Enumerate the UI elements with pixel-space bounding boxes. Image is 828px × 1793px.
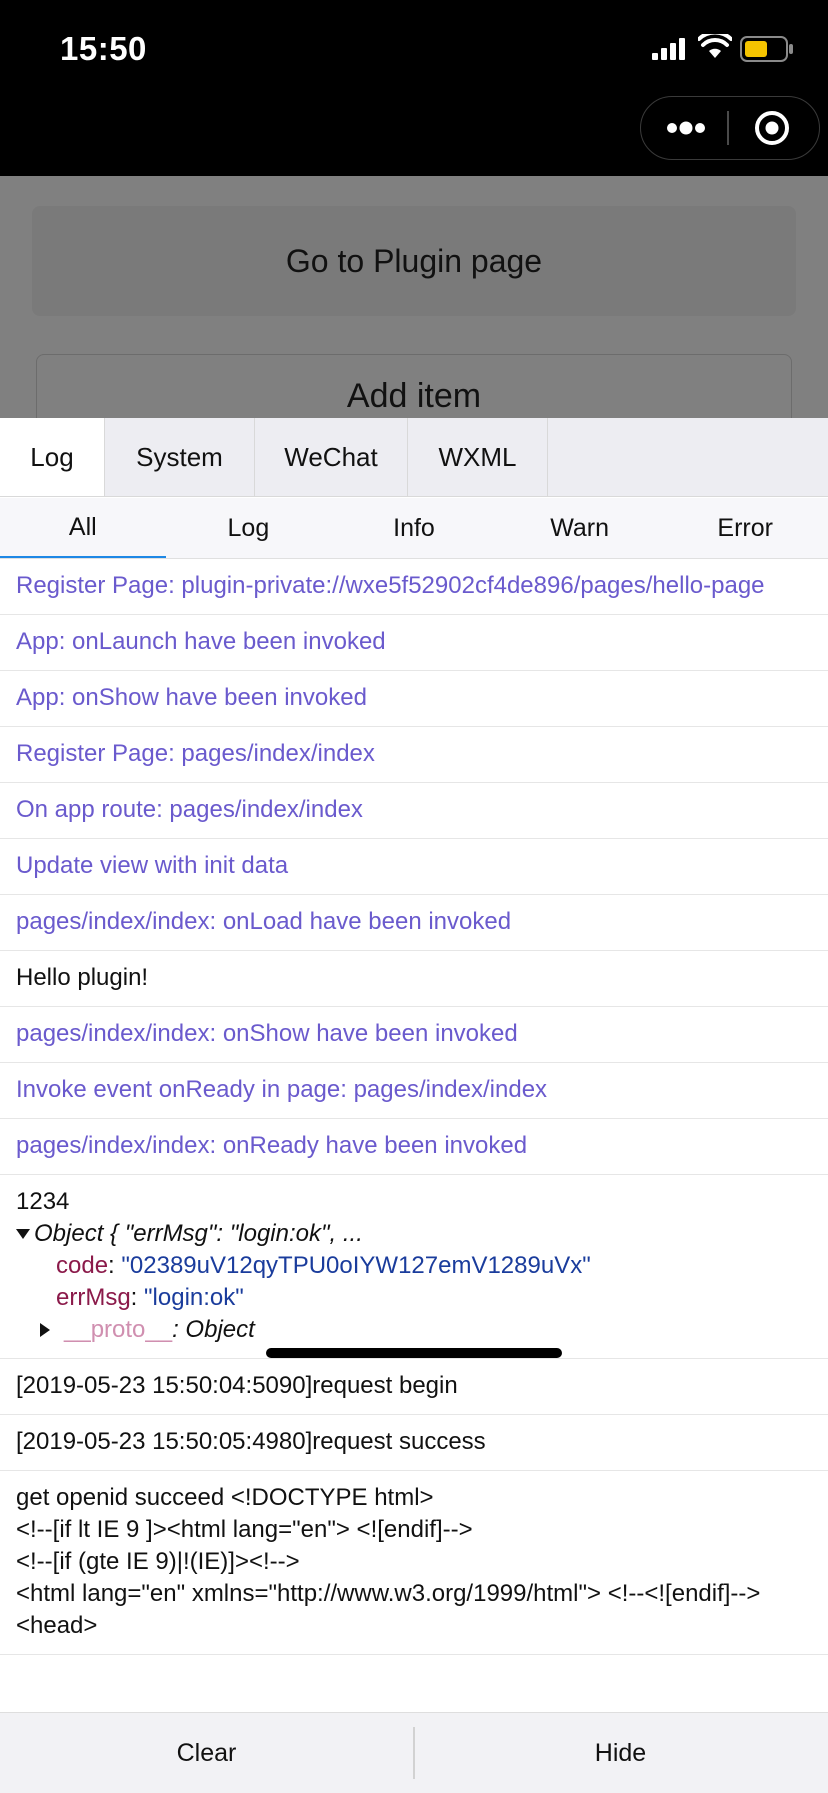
log-entry: Register Page: plugin-private://wxe5f529… [0, 559, 828, 615]
log-entry: pages/index/index: onShow have been invo… [0, 1007, 828, 1063]
log-entry: pages/index/index: onReady have been inv… [0, 1119, 828, 1175]
more-dots-icon[interactable] [665, 115, 707, 141]
battery-icon [740, 36, 793, 62]
log-list[interactable]: Register Page: plugin-private://wxe5f529… [0, 559, 828, 1712]
log-object-prefix: 1234 [16, 1188, 70, 1215]
prop-value: : Object [172, 1316, 255, 1343]
log-entry: Invoke event onReady in page: pages/inde… [0, 1063, 828, 1119]
log-entry: On app route: pages/index/index [0, 783, 828, 839]
object-prop-proto[interactable]: __proto__: Object [16, 1314, 812, 1346]
capsule-divider [727, 111, 729, 145]
tab-log[interactable]: Log [0, 418, 105, 496]
tab-wxml[interactable]: WXML [408, 418, 548, 496]
log-entry-html: get openid succeed <!DOCTYPE html> <!--[… [0, 1471, 828, 1655]
wifi-icon [698, 34, 732, 58]
log-entry: Update view with init data [0, 839, 828, 895]
object-summary-text: Object { "errMsg": "login:ok", ... [34, 1220, 363, 1247]
log-entry: [2019-05-23 15:50:04:5090]request begin [0, 1359, 828, 1415]
filter-all[interactable]: All [0, 498, 166, 558]
add-item-button[interactable]: Add item [36, 354, 792, 418]
log-entry: App: onShow have been invoked [0, 671, 828, 727]
console-tab-bar: Log System WeChat WXML [0, 418, 828, 497]
app-page-overlay: Go to Plugin page Add item [0, 176, 828, 418]
collapse-triangle-icon[interactable] [40, 1323, 50, 1337]
log-entry: App: onLaunch have been invoked [0, 615, 828, 671]
home-indicator [266, 1348, 562, 1358]
vconsole-panel: Log System WeChat WXML All Log Info Warn… [0, 418, 828, 1793]
log-line: <head> [16, 1612, 98, 1639]
prop-value: "02389uV12qyTPU0oIYW127emV1289uVx" [121, 1252, 591, 1279]
prop-key: __proto__ [64, 1316, 173, 1343]
log-filter-bar: All Log Info Warn Error [0, 498, 828, 559]
prop-value: "login:ok" [144, 1284, 244, 1311]
log-line: <!--[if lt IE 9 ]><html lang="en"> <![en… [16, 1516, 473, 1543]
console-bottom-bar: Clear Hide [0, 1712, 828, 1793]
miniprogram-capsule [640, 96, 820, 160]
status-time: 15:50 [60, 30, 147, 67]
object-prop-errmsg: errMsg: "login:ok" [56, 1284, 244, 1311]
close-target-icon[interactable] [753, 109, 791, 147]
log-entry: [2019-05-23 15:50:05:4980]request succes… [0, 1415, 828, 1471]
tab-wechat[interactable]: WeChat [255, 418, 408, 496]
log-entry: Hello plugin! [0, 951, 828, 1007]
tab-system[interactable]: System [105, 418, 255, 496]
expand-triangle-icon[interactable] [16, 1229, 30, 1239]
go-to-plugin-button[interactable]: Go to Plugin page [32, 206, 796, 316]
status-bar: 15:50 [0, 0, 828, 176]
filter-error[interactable]: Error [662, 498, 828, 558]
log-entry: pages/index/index: onLoad have been invo… [0, 895, 828, 951]
log-entry: Register Page: pages/index/index [0, 727, 828, 783]
cellular-signal-icon [652, 38, 685, 60]
log-entry-object: 1234 Object { "errMsg": "login:ok", ... … [0, 1175, 828, 1359]
log-line: <html lang="en" xmlns="http://www.w3.org… [16, 1580, 761, 1607]
object-prop-code: code: "02389uV12qyTPU0oIYW127emV1289uVx" [56, 1252, 591, 1279]
log-line: get openid succeed <!DOCTYPE html> [16, 1484, 434, 1511]
log-line: <!--[if (gte IE 9)|!(IE)]><!--> [16, 1548, 300, 1575]
object-summary[interactable]: Object { "errMsg": "login:ok", ... [16, 1218, 812, 1250]
hide-button[interactable]: Hide [414, 1713, 827, 1793]
prop-key: code [56, 1252, 109, 1279]
prop-key: errMsg [56, 1284, 131, 1311]
clear-button[interactable]: Clear [0, 1713, 413, 1793]
filter-info[interactable]: Info [331, 498, 497, 558]
filter-log[interactable]: Log [166, 498, 332, 558]
filter-warn[interactable]: Warn [497, 498, 663, 558]
